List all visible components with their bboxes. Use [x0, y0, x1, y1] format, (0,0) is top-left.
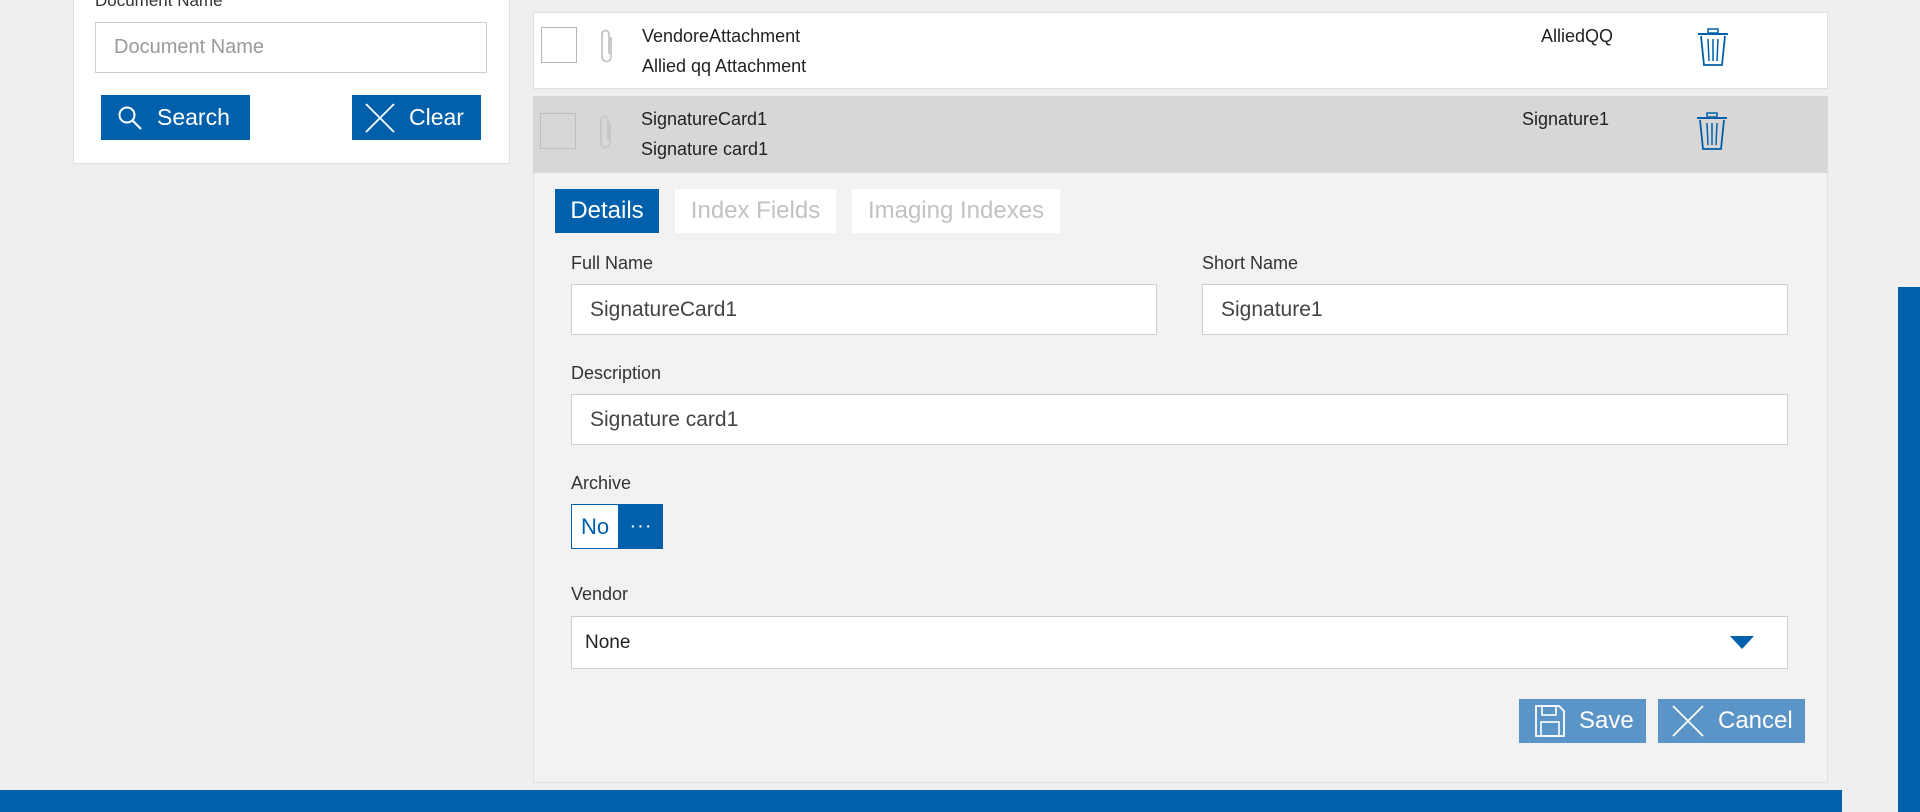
paperclip-icon [601, 29, 612, 63]
tab-index-fields[interactable]: Index Fields [675, 189, 836, 233]
cancel-button[interactable]: Cancel [1658, 699, 1805, 743]
row-checkbox[interactable] [541, 27, 577, 63]
tab-imaging-indexes[interactable]: Imaging Indexes [852, 189, 1060, 233]
tab-details[interactable]: Details [555, 189, 659, 233]
close-icon [1672, 705, 1704, 737]
short-name-label: Short Name [1202, 253, 1299, 273]
vendor-label: Vendor [571, 584, 629, 604]
archive-more-button[interactable]: ··· [619, 504, 663, 549]
vendor-selected-value: None [585, 631, 631, 653]
save-button[interactable]: Save [1519, 699, 1646, 743]
archive-label: Archive [571, 473, 632, 493]
document-name-label: Document Name [95, 0, 223, 10]
caret-down-icon [1730, 635, 1754, 649]
archive-value: No [571, 504, 619, 549]
list-item-selected[interactable]: SignatureCard1 Signature card1 Signature… [533, 96, 1828, 173]
row-name: VendoreAttachment [642, 26, 801, 46]
row-description: Signature card1 [641, 139, 769, 159]
save-icon [1535, 705, 1565, 737]
row-name: SignatureCard1 [641, 109, 768, 129]
clear-button[interactable]: Clear [352, 95, 481, 140]
description-field[interactable]: Signature card1 [571, 394, 1788, 445]
cancel-button-label: Cancel [1718, 707, 1793, 734]
footer-bar [0, 790, 1842, 812]
row-short-name: Signature1 [1522, 109, 1610, 129]
trash-icon[interactable] [1697, 28, 1729, 66]
clear-button-label: Clear [409, 104, 464, 130]
search-button[interactable]: Search [101, 95, 250, 140]
short-name-field[interactable]: Signature1 [1202, 284, 1788, 335]
paperclip-icon [600, 115, 611, 149]
full-name-label: Full Name [571, 253, 654, 273]
scrollbar-thumb[interactable] [1898, 287, 1920, 812]
full-name-field[interactable]: SignatureCard1 [571, 284, 1157, 335]
row-checkbox[interactable] [540, 113, 576, 149]
save-button-label: Save [1579, 707, 1634, 734]
search-icon [118, 106, 142, 130]
detail-panel [533, 173, 1828, 783]
row-short-name: AlliedQQ [1541, 26, 1614, 46]
vendor-select[interactable]: None [571, 616, 1788, 669]
description-label: Description [571, 363, 662, 383]
document-name-input[interactable] [95, 22, 487, 73]
list-item[interactable]: VendoreAttachment Allied qq Attachment A… [533, 12, 1828, 89]
search-button-label: Search [157, 104, 230, 130]
row-description: Allied qq Attachment [642, 56, 807, 76]
close-icon [365, 102, 395, 133]
trash-icon[interactable] [1696, 112, 1728, 150]
